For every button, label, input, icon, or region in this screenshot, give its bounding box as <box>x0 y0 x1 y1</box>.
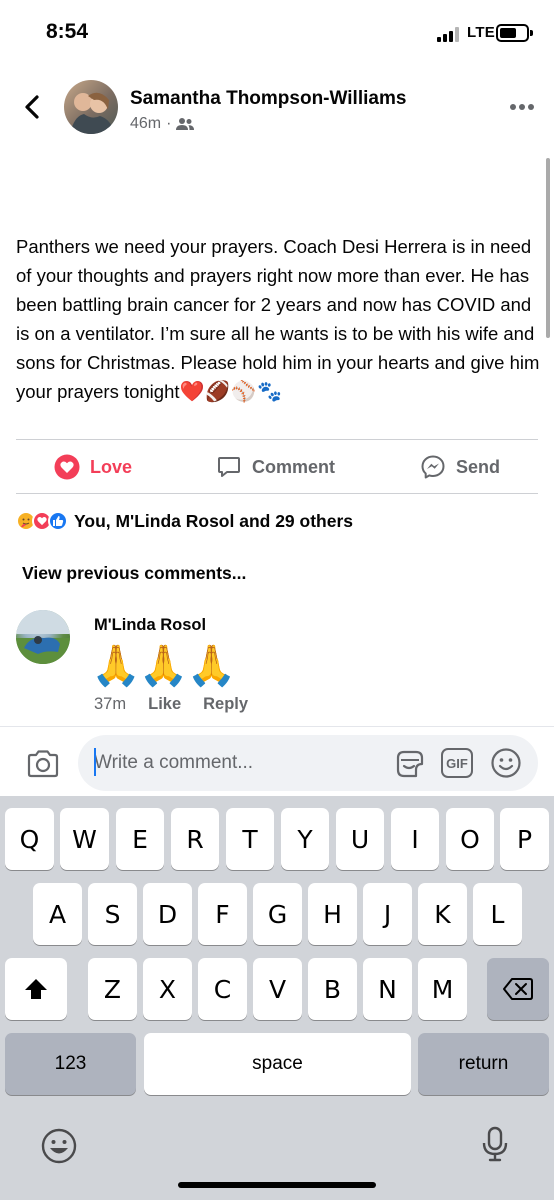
numbers-key[interactable]: 123 <box>5 1033 136 1095</box>
key-w[interactable]: W <box>60 808 109 870</box>
key-q[interactable]: Q <box>5 808 54 870</box>
text-cursor <box>94 748 96 776</box>
reactions-summary-text: You, M'Linda Rosol and 29 others <box>74 510 354 531</box>
key-z[interactable]: Z <box>88 958 137 1020</box>
key-h[interactable]: H <box>308 883 357 945</box>
gif-label: GIF <box>446 755 468 771</box>
key-r[interactable]: R <box>171 808 219 870</box>
key-y[interactable]: Y <box>281 808 329 870</box>
backspace-icon <box>503 978 533 1000</box>
key-p[interactable]: P <box>500 808 549 870</box>
shift-key[interactable] <box>5 958 67 1020</box>
comment-button[interactable]: Comment <box>216 452 335 482</box>
camera-icon[interactable] <box>26 749 60 779</box>
emoji-keyboard-icon[interactable] <box>40 1127 78 1165</box>
battery-icon <box>496 24 533 42</box>
comment-like-button[interactable]: Like <box>148 695 181 714</box>
keyboard: Q W E R T Y U I O P A S D F G H J K L Z … <box>0 796 554 1200</box>
network-label: LTE <box>467 24 496 41</box>
gif-button[interactable]: GIF <box>441 748 473 778</box>
friends-icon <box>176 118 195 130</box>
key-i[interactable]: I <box>391 808 439 870</box>
send-label: Send <box>456 456 501 477</box>
send-button[interactable]: Send <box>420 452 500 482</box>
comment-icon <box>218 457 240 477</box>
comment-author[interactable]: M'Linda Rosol <box>94 616 206 635</box>
key-n[interactable]: N <box>363 958 412 1020</box>
key-d[interactable]: D <box>143 883 192 945</box>
status-bar: 8:54 LTE <box>0 0 554 64</box>
post-time[interactable]: 46m <box>130 115 161 133</box>
comment-actions: 37m Like Reply <box>94 695 248 714</box>
view-previous-comments-link[interactable]: View previous comments... <box>22 563 246 584</box>
comment-time: 37m <box>94 695 127 713</box>
microphone-icon[interactable] <box>476 1125 514 1163</box>
comment-reply-button[interactable]: Reply <box>203 695 248 714</box>
comment-content: 🙏🙏🙏 <box>91 644 236 688</box>
post-header: Samantha Thompson-Williams 46m · <box>0 70 554 150</box>
key-m[interactable]: M <box>418 958 467 1020</box>
author-name[interactable]: Samantha Thompson-Williams <box>130 88 406 110</box>
love-label: Love <box>90 456 133 477</box>
post-meta: 46m · <box>130 115 195 133</box>
post-emoji: ❤️🏈⚾️🐾 <box>179 381 284 403</box>
comment-label: Comment <box>252 456 336 477</box>
sticker-icon[interactable] <box>392 746 426 780</box>
more-options-button[interactable] <box>510 104 534 112</box>
commenter-avatar[interactable] <box>16 610 70 664</box>
key-v[interactable]: V <box>253 958 302 1020</box>
key-x[interactable]: X <box>143 958 192 1020</box>
messenger-icon <box>421 455 445 479</box>
key-g[interactable]: G <box>253 883 302 945</box>
post-body: Panthers we need your prayers. Coach Des… <box>16 236 540 402</box>
signal-icon <box>437 26 461 42</box>
key-a[interactable]: A <box>33 883 82 945</box>
emoji-icon[interactable] <box>489 746 523 780</box>
divider <box>16 439 538 440</box>
key-o[interactable]: O <box>446 808 494 870</box>
key-j[interactable]: J <box>363 883 412 945</box>
love-reaction-icon <box>54 454 80 480</box>
status-time: 8:54 <box>46 20 89 43</box>
divider <box>16 493 538 494</box>
home-indicator <box>178 1182 376 1188</box>
shift-icon <box>25 979 47 999</box>
key-e[interactable]: E <box>116 808 164 870</box>
key-t[interactable]: T <box>226 808 274 870</box>
key-s[interactable]: S <box>88 883 137 945</box>
space-key[interactable]: space <box>144 1033 411 1095</box>
key-u[interactable]: U <box>336 808 384 870</box>
key-b[interactable]: B <box>308 958 357 1020</box>
back-button[interactable] <box>20 94 46 120</box>
key-f[interactable]: F <box>198 883 247 945</box>
post-text: Panthers we need your prayers. Coach Des… <box>16 232 544 407</box>
like-reaction-icon <box>48 511 68 531</box>
post-action-bar: Love Comment Send <box>0 442 554 492</box>
author-avatar[interactable] <box>64 80 118 134</box>
scroll-indicator <box>546 158 550 338</box>
backspace-key[interactable] <box>487 958 549 1020</box>
return-key[interactable]: return <box>418 1033 549 1095</box>
reactions-summary[interactable]: You, M'Linda Rosol and 29 others <box>16 508 353 534</box>
key-c[interactable]: C <box>198 958 247 1020</box>
key-k[interactable]: K <box>418 883 467 945</box>
key-l[interactable]: L <box>473 883 522 945</box>
meta-separator: · <box>166 115 172 132</box>
love-button[interactable]: Love <box>54 452 132 482</box>
